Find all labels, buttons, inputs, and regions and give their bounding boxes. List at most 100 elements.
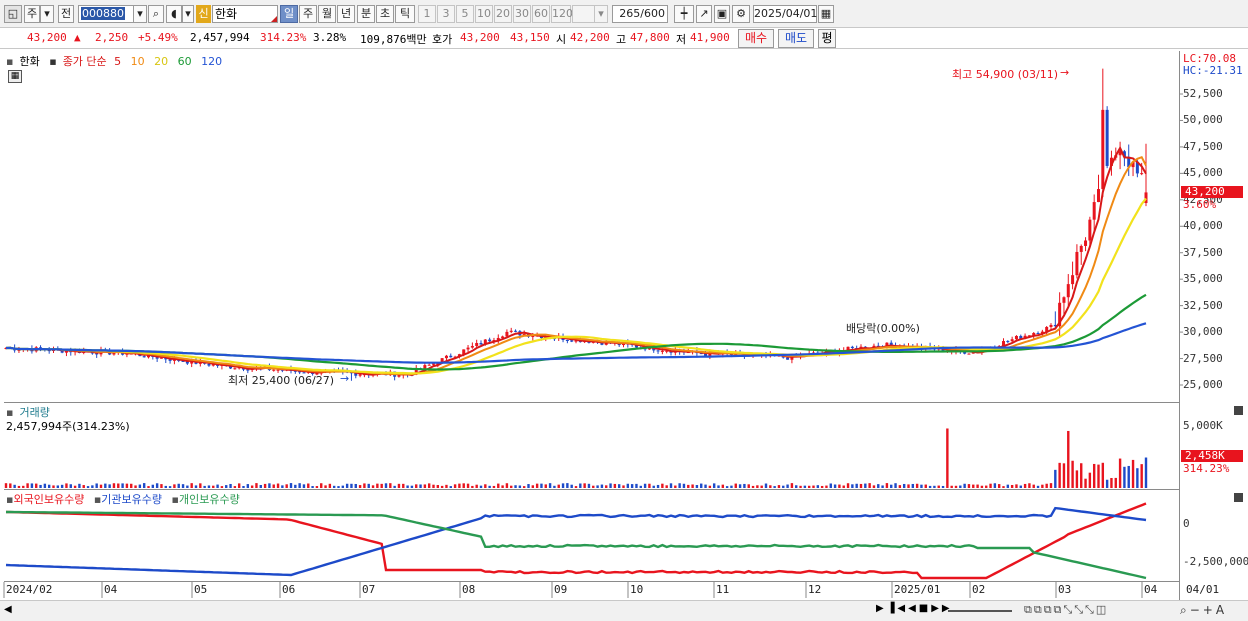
volume-bar	[177, 483, 180, 488]
volume-bar	[341, 485, 345, 488]
volume-bar	[26, 483, 29, 488]
volume-bar	[976, 484, 979, 488]
candle-body	[479, 343, 483, 345]
individual-holding-label[interactable]: 개인보유수량	[179, 493, 240, 506]
drawing-tools[interactable]: ⧉⧉⧉⧉⤡⤡⤡◫	[1024, 603, 1108, 617]
calculator-icon[interactable]: ▦	[8, 70, 22, 83]
volume-bar	[237, 483, 241, 488]
candle-body	[207, 363, 211, 366]
x-axis-label: 06	[282, 583, 296, 596]
volume-bar	[155, 483, 159, 488]
zoom-slider[interactable]	[948, 610, 1012, 612]
foreign-holding-label[interactable]: 외국인보유수량	[13, 493, 84, 506]
candle-body	[1014, 335, 1018, 340]
candle-body	[142, 356, 146, 358]
candle-body	[565, 339, 569, 341]
volume-bar	[125, 483, 129, 488]
volume-bar	[56, 485, 60, 488]
volume-bar	[350, 483, 353, 488]
volume-bar	[138, 484, 142, 488]
x-axis-label: 04	[104, 583, 118, 596]
institution-holding-label[interactable]: 기관보유수량	[101, 493, 162, 506]
volume-bar	[358, 485, 362, 488]
volume-bar	[566, 483, 569, 488]
ma-60-label[interactable]: 60	[178, 55, 192, 68]
volume-bar	[773, 486, 776, 488]
volume-bar	[652, 485, 655, 488]
volume-bar	[276, 483, 280, 488]
volume-bar	[859, 483, 863, 488]
volume-bar	[233, 486, 237, 488]
volume-bar	[1045, 483, 1048, 488]
volume-bar	[436, 485, 440, 488]
zoom-controls[interactable]: ⌕−+A	[1180, 603, 1227, 618]
x-axis-label: 11	[716, 583, 730, 596]
volume-bar	[259, 485, 262, 488]
volume-bar	[682, 483, 686, 488]
volume-bar	[69, 484, 72, 488]
volume-bar	[764, 483, 768, 488]
maximize-pane-icon[interactable]	[1234, 493, 1243, 502]
volume-bar	[315, 486, 319, 488]
playback-controls[interactable]: ▶▐◀◀■▶▶	[876, 603, 953, 614]
scroll-left-icon[interactable]: ◀	[4, 604, 16, 618]
volume-bar	[43, 483, 47, 488]
volume-bar	[181, 484, 185, 488]
volume-bar	[186, 485, 189, 488]
volume-bar	[13, 484, 16, 488]
volume-bar	[1010, 484, 1014, 488]
volume-bar	[332, 485, 336, 488]
volume-bar	[829, 483, 832, 488]
volume-bar	[229, 483, 232, 488]
volume-bar	[613, 483, 617, 488]
volume-bar	[78, 483, 81, 488]
maximize-pane-icon[interactable]	[1234, 406, 1243, 415]
volume-bar	[4, 483, 8, 488]
volume-bar	[622, 485, 625, 488]
x-axis-label: 2024/02	[6, 583, 53, 596]
candle-body	[514, 330, 518, 332]
volume-bar	[285, 484, 288, 488]
candle-body	[358, 374, 362, 376]
ma-5-label[interactable]: 5	[114, 55, 121, 68]
volume-bar	[967, 484, 971, 488]
volume-bar	[432, 484, 435, 488]
volume-bar	[535, 483, 539, 488]
volume-bar	[376, 483, 379, 488]
candle-body	[1079, 245, 1083, 252]
candle-body	[1088, 219, 1092, 241]
volume-bar	[225, 485, 228, 488]
volume-bar	[246, 484, 250, 488]
price-chart[interactable]	[0, 0, 1248, 621]
ma-20-label[interactable]: 20	[154, 55, 168, 68]
volume-bar	[1123, 466, 1126, 488]
current-price-tag: 43,200	[1181, 186, 1243, 198]
volume-bar	[946, 428, 949, 488]
candle-body	[786, 357, 790, 360]
volume-bar	[492, 485, 496, 488]
low-annotation: 최저 25,400 (06/27)	[228, 374, 335, 387]
candle-body	[1092, 202, 1096, 220]
volume-bar	[453, 484, 457, 488]
ma-120-label[interactable]: 120	[201, 55, 222, 68]
candle-body	[246, 369, 250, 371]
pane-divider-2[interactable]	[4, 489, 1179, 490]
volume-bar	[816, 485, 820, 488]
volume-bar	[907, 484, 910, 488]
volume-bar	[579, 483, 582, 488]
ma-10-label[interactable]: 10	[131, 55, 145, 68]
volume-bar	[803, 485, 807, 488]
candle-body	[444, 355, 448, 359]
volume-bar	[725, 486, 729, 488]
volume-bar	[212, 485, 215, 488]
volume-bar	[937, 485, 940, 488]
volume-bar	[902, 483, 906, 488]
volume-bar	[86, 486, 90, 488]
volume-bar	[738, 484, 742, 488]
arrow-right-icon: →	[340, 372, 350, 385]
price-y-tick: 35,000	[1183, 272, 1223, 286]
volume-bar	[769, 485, 772, 488]
x-axis-label: 07	[362, 583, 376, 596]
volume-bar	[397, 483, 401, 488]
pane-divider-1[interactable]	[4, 402, 1179, 403]
